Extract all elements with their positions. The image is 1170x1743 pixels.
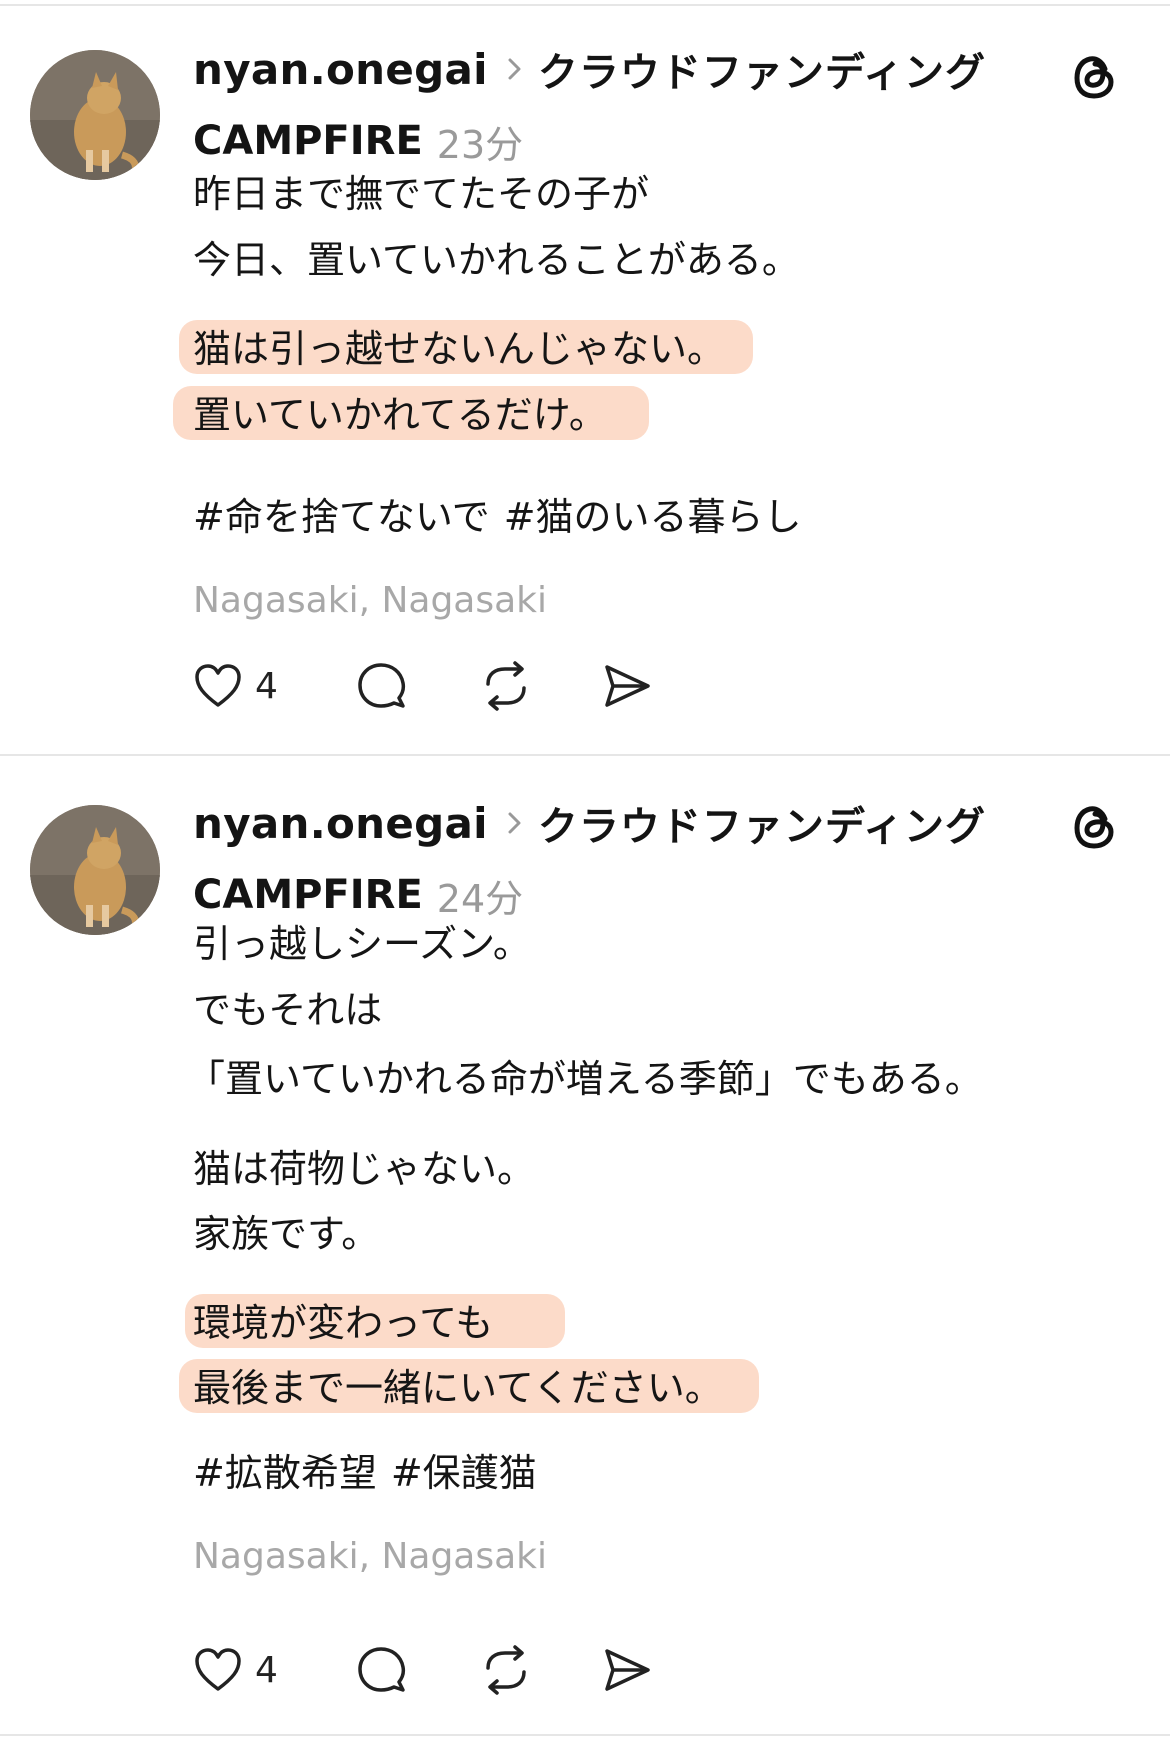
community-name[interactable]: クラウドファンディング: [538, 40, 986, 98]
like-count: 4: [255, 665, 278, 707]
post-text-line: 「置いていかれる命が増える季節」でもある。: [187, 1057, 983, 1101]
avatar[interactable]: [30, 805, 160, 935]
heart-icon: [195, 664, 241, 707]
like-count: 4: [255, 1649, 278, 1691]
post-text-line: 引っ越しシーズン。: [193, 922, 531, 966]
post-header: nyan.onegai クラウドファンディング CAMPFIRE 23分: [193, 42, 1020, 168]
community-name[interactable]: クラウドファンディング: [538, 794, 986, 852]
location-label[interactable]: Nagasaki, Nagasaki: [193, 1536, 547, 1577]
action-bar: 4: [193, 1640, 693, 1700]
repost-button[interactable]: [479, 656, 533, 716]
comment-button[interactable]: [355, 1640, 407, 1700]
repost-icon: [486, 661, 526, 711]
divider: [0, 4, 1170, 6]
action-bar: 4: [193, 656, 693, 716]
like-button[interactable]: 4: [193, 656, 278, 716]
hashtag-list: #拡散希望 #保護猫: [193, 1447, 551, 1499]
hashtag-link[interactable]: #命を捨てないで: [193, 495, 490, 539]
hashtag-link[interactable]: #猫のいる暮らし: [504, 495, 802, 539]
avatar[interactable]: [30, 50, 160, 180]
comment-icon: [358, 1647, 406, 1692]
comment-icon: [358, 663, 406, 708]
like-button[interactable]: 4: [193, 1640, 278, 1700]
share-button[interactable]: [601, 1640, 653, 1700]
post-text-line: でもそれは: [193, 988, 383, 1032]
threads-feed: nyan.onegai クラウドファンディング CAMPFIRE 23分 昨日ま…: [0, 0, 1170, 1743]
post-text-line: 猫は引っ越せないんじゃない。: [193, 327, 726, 371]
post-text-line: 置いていかれてるだけ。: [193, 393, 607, 437]
post-text-line: 家族です。: [193, 1212, 380, 1256]
post-text-line: 最後まで一緒にいてください。: [193, 1366, 723, 1410]
divider: [0, 1734, 1170, 1736]
threads-logo-icon[interactable]: [1072, 52, 1118, 102]
divider: [0, 754, 1170, 756]
share-icon: [605, 665, 650, 707]
chevron-right-icon: [504, 54, 526, 84]
post-header: nyan.onegai クラウドファンディング CAMPFIRE 24分: [193, 796, 1020, 922]
post-time: 24分: [436, 876, 524, 921]
username[interactable]: nyan.onegai: [193, 45, 488, 94]
community-name-line2[interactable]: CAMPFIRE: [193, 118, 423, 164]
chevron-right-icon: [504, 808, 526, 838]
post-text-line: 猫は荷物じゃない。: [193, 1147, 536, 1191]
post-text-line: 昨日まで撫でてたその子が: [193, 172, 650, 216]
post-text-line: 今日、置いていかれることがある。: [193, 238, 800, 282]
location-label[interactable]: Nagasaki, Nagasaki: [193, 580, 547, 621]
repost-button[interactable]: [479, 1640, 533, 1700]
username[interactable]: nyan.onegai: [193, 799, 488, 848]
heart-icon: [195, 1648, 241, 1691]
post-text-line: 環境が変わっても: [193, 1301, 494, 1345]
repost-icon: [486, 1645, 526, 1695]
hashtag-list: #命を捨てないで #猫のいる暮らし: [193, 491, 816, 543]
share-button[interactable]: [601, 656, 653, 716]
share-icon: [605, 1649, 650, 1691]
community-name-line2[interactable]: CAMPFIRE: [193, 872, 423, 918]
comment-button[interactable]: [355, 656, 407, 716]
post-time: 23分: [436, 122, 524, 167]
hashtag-link[interactable]: #拡散希望: [193, 1451, 377, 1495]
hashtag-link[interactable]: #保護猫: [391, 1451, 537, 1495]
threads-logo-icon[interactable]: [1072, 802, 1118, 852]
